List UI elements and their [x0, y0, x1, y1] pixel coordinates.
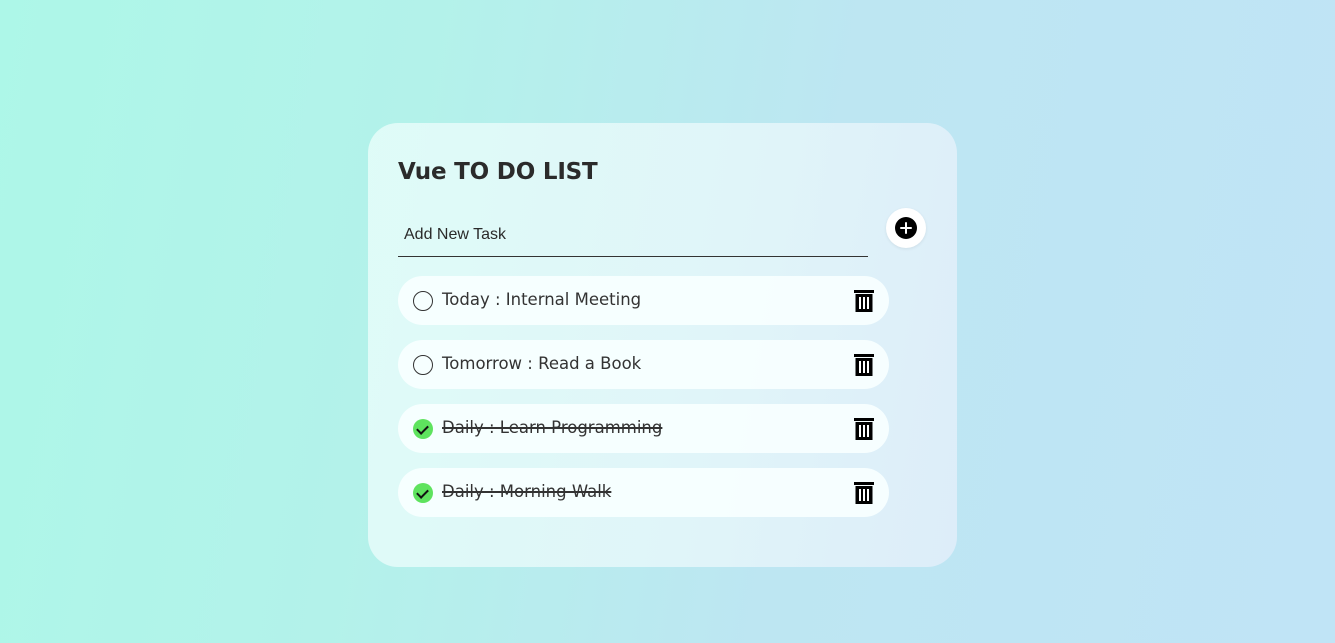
task-item: Tomorrow : Read a Book [398, 340, 889, 389]
trash-icon[interactable] [854, 290, 874, 312]
task-list: Today : Internal Meeting Tomorrow : Read… [398, 276, 889, 532]
task-item: Daily : Morning Walk [398, 468, 889, 517]
task-checkbox-checked[interactable] [413, 483, 433, 503]
task-text: Daily : Learn Programming [442, 418, 663, 437]
trash-icon[interactable] [854, 354, 874, 376]
task-text: Tomorrow : Read a Book [442, 354, 642, 373]
task-text: Daily : Morning Walk [442, 482, 612, 501]
new-task-input[interactable] [398, 213, 868, 256]
plus-circle-icon [895, 217, 917, 239]
task-text: Today : Internal Meeting [442, 290, 642, 309]
trash-icon[interactable] [854, 482, 874, 504]
new-task-field [398, 213, 868, 257]
task-checkbox[interactable] [413, 355, 433, 375]
task-checkbox[interactable] [413, 291, 433, 311]
add-task-button[interactable] [886, 208, 926, 248]
app-title: Vue TO DO LIST [398, 159, 598, 185]
todo-card: Vue TO DO LIST Today : Internal Meeting … [368, 123, 957, 567]
task-item: Today : Internal Meeting [398, 276, 889, 325]
trash-icon[interactable] [854, 418, 874, 440]
task-checkbox-checked[interactable] [413, 419, 433, 439]
task-item: Daily : Learn Programming [398, 404, 889, 453]
